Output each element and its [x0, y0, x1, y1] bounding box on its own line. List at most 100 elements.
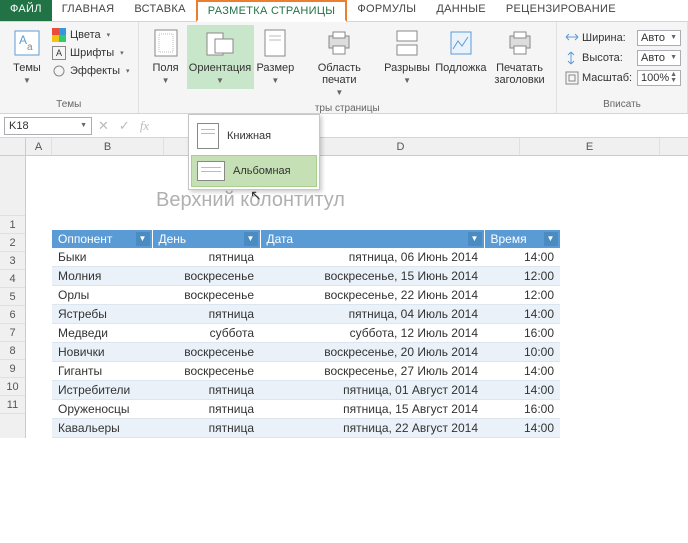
- cell-date[interactable]: суббота, 12 Июль 2014: [260, 324, 484, 343]
- table-row[interactable]: Истребителипятницапятница, 01 Август 201…: [52, 381, 560, 400]
- filter-icon[interactable]: ▼: [468, 232, 482, 246]
- cell-date[interactable]: воскресенье, 15 Июнь 2014: [260, 267, 484, 286]
- tab-review[interactable]: РЕЦЕНЗИРОВАНИЕ: [496, 0, 626, 21]
- cell-date[interactable]: воскресенье, 20 Июль 2014: [260, 343, 484, 362]
- col-header-e[interactable]: E: [520, 138, 660, 155]
- cell-day[interactable]: пятница: [152, 305, 260, 324]
- cell-opponent[interactable]: Ястребы: [52, 305, 152, 324]
- th-opponent[interactable]: Оппонент▼: [52, 230, 152, 248]
- print-area-button[interactable]: Область печати▼: [297, 25, 381, 101]
- row-header[interactable]: 4: [0, 270, 25, 288]
- fx-icon[interactable]: fx: [140, 118, 149, 134]
- cell-time[interactable]: 14:00: [484, 305, 560, 324]
- orientation-portrait[interactable]: Книжная: [191, 117, 317, 155]
- col-header-a[interactable]: A: [26, 138, 52, 155]
- cell-opponent[interactable]: Орлы: [52, 286, 152, 305]
- tab-data[interactable]: ДАННЫЕ: [426, 0, 496, 21]
- row-header[interactable]: 9: [0, 360, 25, 378]
- table-row[interactable]: Оруженосцыпятницапятница, 15 Август 2014…: [52, 400, 560, 419]
- breaks-button[interactable]: Разрывы▼: [381, 25, 432, 89]
- row-header[interactable]: 8: [0, 342, 25, 360]
- th-date[interactable]: Дата▼: [260, 230, 484, 248]
- background-button[interactable]: Подложка: [433, 25, 489, 76]
- effects-button[interactable]: Эффекты▾: [50, 63, 132, 79]
- cell-opponent[interactable]: Медведи: [52, 324, 152, 343]
- cell-opponent[interactable]: Истребители: [52, 381, 152, 400]
- cell-day[interactable]: пятница: [152, 419, 260, 438]
- cell-opponent[interactable]: Быки: [52, 248, 152, 267]
- cell-day[interactable]: воскресенье: [152, 267, 260, 286]
- cell-day[interactable]: пятница: [152, 400, 260, 419]
- table-row[interactable]: Гигантывоскресеньевоскресенье, 27 Июль 2…: [52, 362, 560, 381]
- cell-time[interactable]: 16:00: [484, 324, 560, 343]
- th-day[interactable]: День▼: [152, 230, 260, 248]
- row-header[interactable]: 2: [0, 234, 25, 252]
- cell-date[interactable]: пятница, 15 Август 2014: [260, 400, 484, 419]
- row-header[interactable]: 10: [0, 378, 25, 396]
- tab-insert[interactable]: ВСТАВКА: [124, 0, 195, 21]
- cell-time[interactable]: 14:00: [484, 248, 560, 267]
- row-header[interactable]: 3: [0, 252, 25, 270]
- cell-time[interactable]: 10:00: [484, 343, 560, 362]
- tab-file[interactable]: ФАЙЛ: [0, 0, 52, 21]
- orientation-button[interactable]: Ориентация▼: [187, 25, 254, 89]
- cell-date[interactable]: пятница, 01 Август 2014: [260, 381, 484, 400]
- name-box[interactable]: K18▼: [4, 117, 92, 135]
- cancel-icon[interactable]: ✕: [98, 118, 109, 134]
- margins-button[interactable]: Поля▼: [145, 25, 187, 89]
- filter-icon[interactable]: ▼: [244, 232, 258, 246]
- filter-icon[interactable]: ▼: [136, 232, 150, 246]
- cell-time[interactable]: 12:00: [484, 286, 560, 305]
- table-row[interactable]: Кавальерыпятницапятница, 22 Август 20141…: [52, 419, 560, 438]
- th-time[interactable]: Время▼: [484, 230, 560, 248]
- height-dropdown[interactable]: Авто▼: [637, 50, 681, 66]
- row-header[interactable]: 11: [0, 396, 25, 414]
- row-header[interactable]: 1: [0, 216, 25, 234]
- cell-opponent[interactable]: Новички: [52, 343, 152, 362]
- cell-opponent[interactable]: Молния: [52, 267, 152, 286]
- cell-day[interactable]: воскресенье: [152, 343, 260, 362]
- cell-day[interactable]: пятница: [152, 248, 260, 267]
- table-row[interactable]: Орлывоскресеньевоскресенье, 22 Июнь 2014…: [52, 286, 560, 305]
- size-button[interactable]: Размер▼: [254, 25, 298, 89]
- row-header[interactable]: 6: [0, 306, 25, 324]
- select-all-corner[interactable]: [0, 138, 26, 155]
- orientation-landscape[interactable]: Альбомная: [191, 155, 317, 187]
- cell-day[interactable]: воскресенье: [152, 286, 260, 305]
- width-dropdown[interactable]: Авто▼: [637, 30, 681, 46]
- scale-spinner[interactable]: 100%▲▼: [637, 70, 681, 86]
- enter-icon[interactable]: ✓: [119, 118, 130, 134]
- table-row[interactable]: Молниявоскресеньевоскресенье, 15 Июнь 20…: [52, 267, 560, 286]
- row-header[interactable]: 7: [0, 324, 25, 342]
- table-row[interactable]: Быкипятницапятница, 06 Июнь 201414:00: [52, 248, 560, 267]
- filter-icon[interactable]: ▼: [544, 232, 558, 246]
- cell-opponent[interactable]: Гиганты: [52, 362, 152, 381]
- tab-formulas[interactable]: ФОРМУЛЫ: [347, 0, 426, 21]
- cell-opponent[interactable]: Оруженосцы: [52, 400, 152, 419]
- table-row[interactable]: Новичкивоскресеньевоскресенье, 20 Июль 2…: [52, 343, 560, 362]
- cell-time[interactable]: 14:00: [484, 419, 560, 438]
- cell-time[interactable]: 16:00: [484, 400, 560, 419]
- cell-date[interactable]: воскресенье, 27 Июль 2014: [260, 362, 484, 381]
- fonts-button[interactable]: A Шрифты▾: [50, 45, 132, 61]
- table-row[interactable]: Медведисубботасуббота, 12 Июль 201416:00: [52, 324, 560, 343]
- cell-time[interactable]: 14:00: [484, 362, 560, 381]
- cell-date[interactable]: пятница, 06 Июнь 2014: [260, 248, 484, 267]
- tab-page-layout[interactable]: РАЗМЕТКА СТРАНИЦЫ: [196, 0, 348, 22]
- cell-day[interactable]: суббота: [152, 324, 260, 343]
- row-header[interactable]: 5: [0, 288, 25, 306]
- table-row[interactable]: Ястребыпятницапятница, 04 Июль 201414:00: [52, 305, 560, 324]
- cell-day[interactable]: воскресенье: [152, 362, 260, 381]
- cell-time[interactable]: 12:00: [484, 267, 560, 286]
- print-titles-button[interactable]: Печатать заголовки: [489, 25, 550, 88]
- themes-button[interactable]: Aa Темы ▼: [6, 25, 48, 89]
- cell-day[interactable]: пятница: [152, 381, 260, 400]
- colors-button[interactable]: Цвета▾: [50, 27, 132, 43]
- cell-date[interactable]: воскресенье, 22 Июнь 2014: [260, 286, 484, 305]
- cell-date[interactable]: пятница, 22 Август 2014: [260, 419, 484, 438]
- cell-date[interactable]: пятница, 04 Июль 2014: [260, 305, 484, 324]
- tab-home[interactable]: ГЛАВНАЯ: [52, 0, 125, 21]
- cell-opponent[interactable]: Кавальеры: [52, 419, 152, 438]
- cell-time[interactable]: 14:00: [484, 381, 560, 400]
- col-header-b[interactable]: B: [52, 138, 164, 155]
